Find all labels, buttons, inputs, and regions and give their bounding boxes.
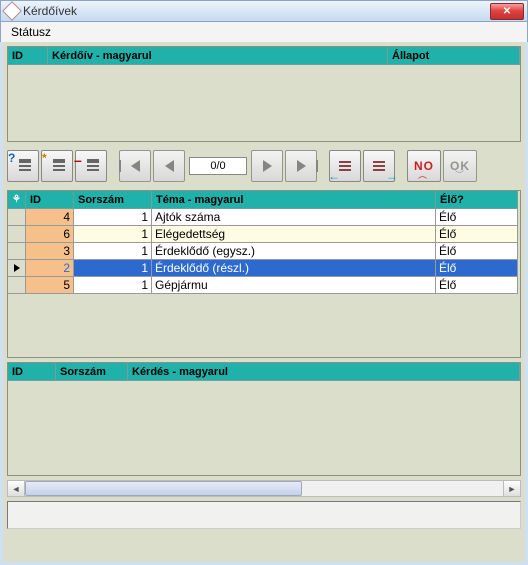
col-id[interactable]: ID xyxy=(8,47,48,65)
cell-sorszam[interactable]: 1 xyxy=(74,277,152,294)
window-title: Kérdőívek xyxy=(23,4,77,18)
nav-first-button[interactable] xyxy=(119,150,151,182)
cell-id[interactable]: 6 xyxy=(26,226,74,243)
titlebar: Kérdőívek ✕ xyxy=(0,0,528,22)
col-elo[interactable]: Élő? xyxy=(436,191,518,209)
ok-button[interactable]: OK ︶ xyxy=(443,150,477,182)
cell-elo[interactable]: Élő xyxy=(436,260,518,277)
cell-elo[interactable]: Élő xyxy=(436,243,518,260)
frown-icon: ︵ xyxy=(418,168,427,181)
row-indicator xyxy=(8,209,26,226)
next-icon xyxy=(263,160,272,172)
cell-elo[interactable]: Élő xyxy=(436,277,518,294)
col-sorszam[interactable]: Sorszám xyxy=(74,191,152,209)
cell-id[interactable]: 5 xyxy=(26,277,74,294)
cell-tema[interactable]: Ajtók száma xyxy=(152,209,436,226)
no-button[interactable]: NO ︵ xyxy=(407,150,441,182)
lines-icon xyxy=(49,159,65,173)
prev-icon xyxy=(165,160,174,172)
close-button[interactable]: ✕ xyxy=(490,3,524,20)
scroll-track[interactable] xyxy=(25,481,503,496)
cell-elo[interactable]: Élő xyxy=(436,226,518,243)
row-indicator xyxy=(8,260,26,277)
menu-status[interactable]: Státusz xyxy=(5,23,57,41)
top-table-header: ID Kérdőív - magyarul Állapot xyxy=(8,47,520,65)
row-indicator xyxy=(8,277,26,294)
row-indicator xyxy=(8,226,26,243)
smile-icon: ︶ xyxy=(455,168,464,181)
toolbar: ? * – 0/0 ← → xyxy=(7,146,521,186)
table-row[interactable]: 61ElégedettségÉlő xyxy=(8,226,520,243)
table-row[interactable]: 51GépjármuÉlő xyxy=(8,277,520,294)
lines-icon xyxy=(15,159,31,173)
nav-last-button[interactable] xyxy=(285,150,317,182)
record-counter: 0/0 xyxy=(189,157,247,175)
cell-tema[interactable]: Gépjármu xyxy=(152,277,436,294)
cell-tema[interactable]: Elégedettség xyxy=(152,226,436,243)
lines-red-icon xyxy=(371,159,387,173)
col-kerdoiv[interactable]: Kérdőív - magyarul xyxy=(48,47,388,65)
middle-table: ⚘ ID Sorszám Téma - magyarul Élő? 41Ajtó… xyxy=(7,190,521,358)
cell-id[interactable]: 3 xyxy=(26,243,74,260)
current-row-icon xyxy=(14,264,20,272)
horizontal-scrollbar[interactable]: ◄ ► xyxy=(7,480,521,497)
lines-icon xyxy=(83,159,99,173)
filter-button[interactable]: ? xyxy=(7,150,39,182)
row-indicator xyxy=(8,243,26,260)
top-table: ID Kérdőív - magyarul Állapot xyxy=(7,46,521,142)
menubar: Státusz xyxy=(0,22,528,42)
cell-sorszam[interactable]: 1 xyxy=(74,260,152,277)
cell-id[interactable]: 2 xyxy=(26,260,74,277)
status-panel xyxy=(7,501,521,529)
minus-icon: – xyxy=(74,152,82,168)
nav-prev-button[interactable] xyxy=(153,150,185,182)
cell-tema[interactable]: Érdeklődő (egysz.) xyxy=(152,243,436,260)
scroll-left-button[interactable]: ◄ xyxy=(8,481,25,496)
sort-asc-button[interactable]: * xyxy=(41,150,73,182)
bottom-table: ID Sorszám Kérdés - magyarul xyxy=(7,362,521,476)
cell-tema[interactable]: Érdeklődő (részl.) xyxy=(152,260,436,277)
cell-sorszam[interactable]: 1 xyxy=(74,226,152,243)
first-icon xyxy=(131,160,140,172)
cell-sorszam[interactable]: 1 xyxy=(74,243,152,260)
move-right-button[interactable]: → xyxy=(363,150,395,182)
question-icon: ? xyxy=(8,151,15,165)
window-body: ID Kérdőív - magyarul Állapot ? * – 0/0 xyxy=(0,42,528,565)
scroll-thumb[interactable] xyxy=(25,481,302,496)
middle-table-body: 41Ajtók számaÉlő61ElégedettségÉlő31Érdek… xyxy=(8,209,520,294)
cell-sorszam[interactable]: 1 xyxy=(74,209,152,226)
col-kerdes[interactable]: Kérdés - magyarul xyxy=(128,363,520,381)
bottom-table-header: ID Sorszám Kérdés - magyarul xyxy=(8,363,520,381)
arrow-left-icon: ← xyxy=(328,169,340,183)
last-icon xyxy=(297,160,306,172)
star-icon: * xyxy=(42,151,47,165)
col-sorszam[interactable]: Sorszám xyxy=(56,363,128,381)
nav-next-button[interactable] xyxy=(251,150,283,182)
table-row[interactable]: 41Ajtók számaÉlő xyxy=(8,209,520,226)
arrow-right-icon: → xyxy=(386,169,398,183)
scroll-right-button[interactable]: ► xyxy=(503,481,520,496)
col-indicator[interactable]: ⚘ xyxy=(8,191,26,209)
move-left-button[interactable]: ← xyxy=(329,150,361,182)
table-row[interactable]: 31Érdeklődő (egysz.)Élő xyxy=(8,243,520,260)
table-row[interactable]: 21Érdeklődő (részl.)Élő xyxy=(8,260,520,277)
col-id[interactable]: ID xyxy=(26,191,74,209)
col-tema[interactable]: Téma - magyarul xyxy=(152,191,436,209)
remove-filter-button[interactable]: – xyxy=(75,150,107,182)
col-allapot[interactable]: Állapot xyxy=(388,47,520,65)
app-icon xyxy=(2,1,22,21)
col-id[interactable]: ID xyxy=(8,363,56,381)
middle-table-header: ⚘ ID Sorszám Téma - magyarul Élő? xyxy=(8,191,520,209)
cell-id[interactable]: 4 xyxy=(26,209,74,226)
cell-elo[interactable]: Élő xyxy=(436,209,518,226)
